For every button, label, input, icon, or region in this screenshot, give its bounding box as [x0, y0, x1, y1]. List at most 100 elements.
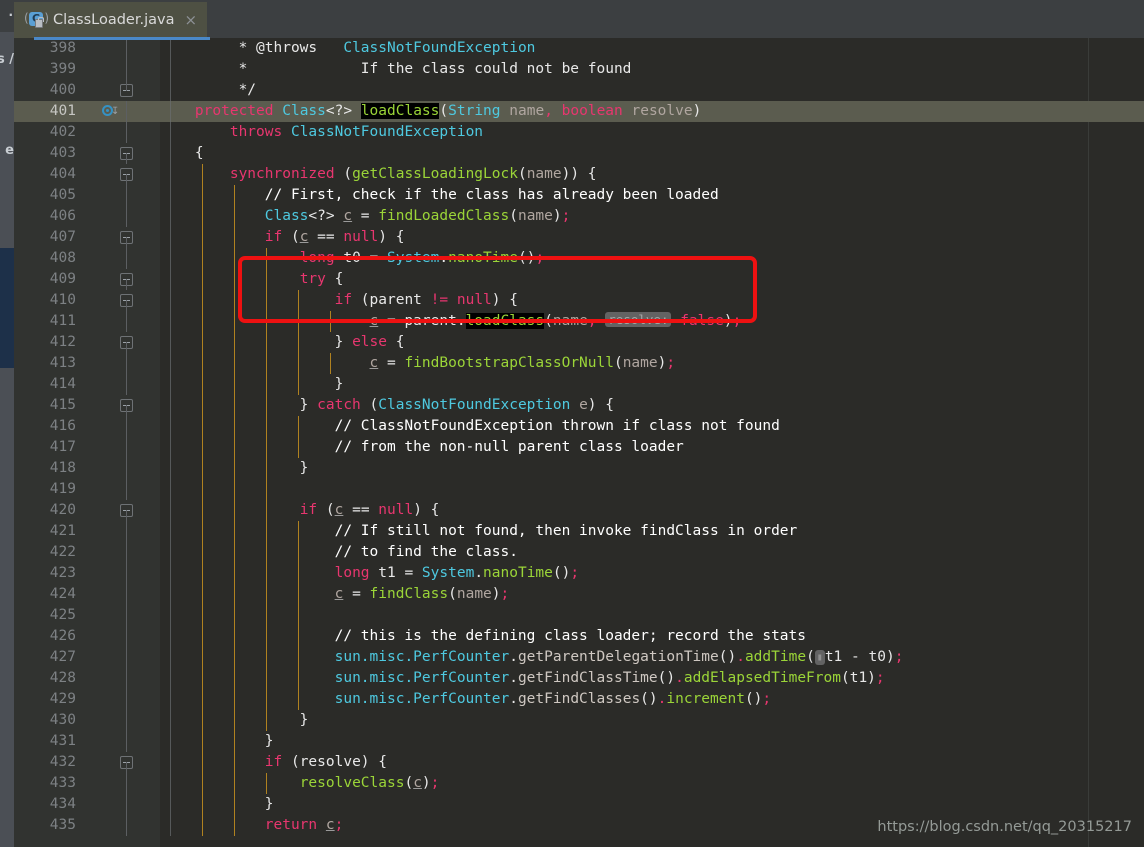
code-line[interactable]: 423 long t1 = System.nanoTime(); [14, 563, 1144, 584]
fold-gutter-cell[interactable] [114, 458, 138, 479]
code-token: ; [762, 691, 772, 707]
fold-gutter-cell[interactable] [114, 689, 138, 710]
code-token: . [439, 250, 449, 266]
fold-gutter-cell[interactable] [114, 395, 138, 416]
fold-gutter-cell[interactable] [114, 668, 138, 689]
code-text: { [160, 143, 204, 164]
fold-gutter-cell[interactable] [114, 521, 138, 542]
code-token: ( [517, 166, 527, 182]
code-line[interactable]: 419 [14, 479, 1144, 500]
fold-gutter-cell[interactable] [114, 80, 138, 101]
fold-gutter-cell[interactable] [114, 248, 138, 269]
code-text: // First, check if the class has already… [160, 185, 719, 206]
code-line[interactable]: 415 } catch (ClassNotFoundException e) { [14, 395, 1144, 416]
fold-gutter-cell[interactable] [114, 773, 138, 794]
fold-gutter-cell[interactable] [114, 332, 138, 353]
fold-gutter-cell[interactable] [114, 38, 138, 59]
fold-gutter-cell[interactable] [114, 143, 138, 164]
fold-gutter-cell[interactable] [114, 584, 138, 605]
fold-gutter-cell[interactable] [114, 185, 138, 206]
code-text: synchronized (getClassLoadingLock(name))… [160, 164, 597, 185]
code-line[interactable]: 427 sun.misc.PerfCounter.getParentDelega… [14, 647, 1144, 668]
code-line[interactable]: 416 // ClassNotFoundException thrown if … [14, 416, 1144, 437]
code-line[interactable]: 405 // First, check if the class has alr… [14, 185, 1144, 206]
fold-gutter-cell[interactable] [114, 794, 138, 815]
fold-line [126, 584, 127, 605]
code-token: , [587, 313, 606, 329]
fold-gutter-cell[interactable] [114, 542, 138, 563]
override-method-icon[interactable]: ↧ [102, 105, 119, 118]
code-text: // If still not found, then invoke findC… [160, 521, 798, 542]
fold-gutter-cell[interactable] [114, 626, 138, 647]
code-line[interactable]: 412 } else { [14, 332, 1144, 353]
code-line[interactable]: 407 if (c == null) { [14, 227, 1144, 248]
code-line[interactable]: 401 ↧ protected Class<?> loadClass(String… [14, 101, 1144, 122]
fold-gutter-cell[interactable] [114, 437, 138, 458]
fold-gutter-cell[interactable] [114, 605, 138, 626]
fold-gutter-cell[interactable] [114, 353, 138, 374]
fold-gutter-cell[interactable] [114, 374, 138, 395]
code-line[interactable]: 414 } [14, 374, 1144, 395]
code-text: } [160, 710, 309, 731]
fold-gutter-cell[interactable] [114, 164, 138, 185]
fold-gutter-cell[interactable] [114, 479, 138, 500]
code-line[interactable]: 432 if (resolve) { [14, 752, 1144, 773]
fold-gutter-cell[interactable] [114, 290, 138, 311]
code-line[interactable]: 421 // If still not found, then invoke f… [14, 521, 1144, 542]
code-text: sun.misc.PerfCounter.getParentDelegation… [160, 647, 903, 668]
code-line[interactable]: 399 * If the class could not be found [14, 59, 1144, 80]
code-line[interactable]: 425 [14, 605, 1144, 626]
code-token: } [160, 796, 274, 812]
tab-classloader-java[interactable]: ( C ) ClassLoader.java × [14, 2, 210, 40]
code-line[interactable]: 429 sun.misc.PerfCounter.getFindClasses(… [14, 689, 1144, 710]
code-token: () [640, 691, 658, 707]
code-line[interactable]: 428 sun.misc.PerfCounter.getFindClassTim… [14, 668, 1144, 689]
fold-gutter-cell[interactable] [114, 563, 138, 584]
code-token: () [552, 565, 571, 581]
fold-gutter-cell[interactable] [114, 710, 138, 731]
code-line[interactable]: 418 } [14, 458, 1144, 479]
code-token: nanoTime [448, 250, 518, 266]
fold-gutter-cell[interactable] [114, 500, 138, 521]
fold-gutter-cell[interactable] [114, 731, 138, 752]
code-line[interactable]: 409 try { [14, 269, 1144, 290]
left-panel-selected-item[interactable] [0, 248, 14, 368]
code-line[interactable]: 400 */ [14, 80, 1144, 101]
code-line[interactable]: 404 synchronized (getClassLoadingLock(na… [14, 164, 1144, 185]
code-line[interactable]: 431 } [14, 731, 1144, 752]
code-line[interactable]: 420 if (c == null) { [14, 500, 1144, 521]
code-line[interactable]: 430 } [14, 710, 1144, 731]
code-token: ( [317, 502, 335, 518]
code-line[interactable]: 410 if (parent != null) { [14, 290, 1144, 311]
fold-gutter-cell[interactable] [114, 59, 138, 80]
code-line[interactable]: 426 // this is the defining class loader… [14, 626, 1144, 647]
left-tool-panel-cropped[interactable]: s / e · [0, 0, 14, 847]
code-token: System [421, 565, 475, 581]
code-line[interactable]: 413 c = findBootstrapClassOrNull(name); [14, 353, 1144, 374]
code-line[interactable]: 402 throws ClassNotFoundException [14, 122, 1144, 143]
fold-gutter-cell[interactable] [114, 269, 138, 290]
code-line[interactable]: 408 long t0 = System.nanoTime(); [14, 248, 1144, 269]
close-icon[interactable]: × [182, 12, 197, 28]
fold-gutter-cell[interactable] [114, 311, 138, 332]
code-line[interactable]: 406 Class<?> c = findLoadedClass(name); [14, 206, 1144, 227]
fold-gutter-cell[interactable] [114, 416, 138, 437]
code-line[interactable]: 398 * @throws ClassNotFoundException [14, 38, 1144, 59]
fold-gutter-cell[interactable] [114, 815, 138, 836]
code-line[interactable]: 411 c = parent.loadClass(name, resolve: … [14, 311, 1144, 332]
code-editor[interactable]: 398 * @throws ClassNotFoundException 399 … [14, 38, 1144, 847]
code-line[interactable]: 422 // to find the class. [14, 542, 1144, 563]
code-token: ) { [491, 292, 518, 308]
fold-gutter-cell[interactable] [114, 647, 138, 668]
fold-gutter-cell[interactable] [114, 122, 138, 143]
code-line[interactable]: 424 c = findClass(name); [14, 584, 1144, 605]
code-line[interactable]: 403 { [14, 143, 1144, 164]
fold-gutter-cell[interactable] [114, 227, 138, 248]
code-line[interactable]: 434 } [14, 794, 1144, 815]
fold-gutter-cell[interactable] [114, 206, 138, 227]
indent-guide [202, 605, 203, 626]
code-line[interactable]: 433 resolveClass(c); [14, 773, 1144, 794]
fold-gutter-cell[interactable] [114, 752, 138, 773]
code-line[interactable]: 417 // from the non-null parent class lo… [14, 437, 1144, 458]
fold-line [126, 174, 127, 185]
